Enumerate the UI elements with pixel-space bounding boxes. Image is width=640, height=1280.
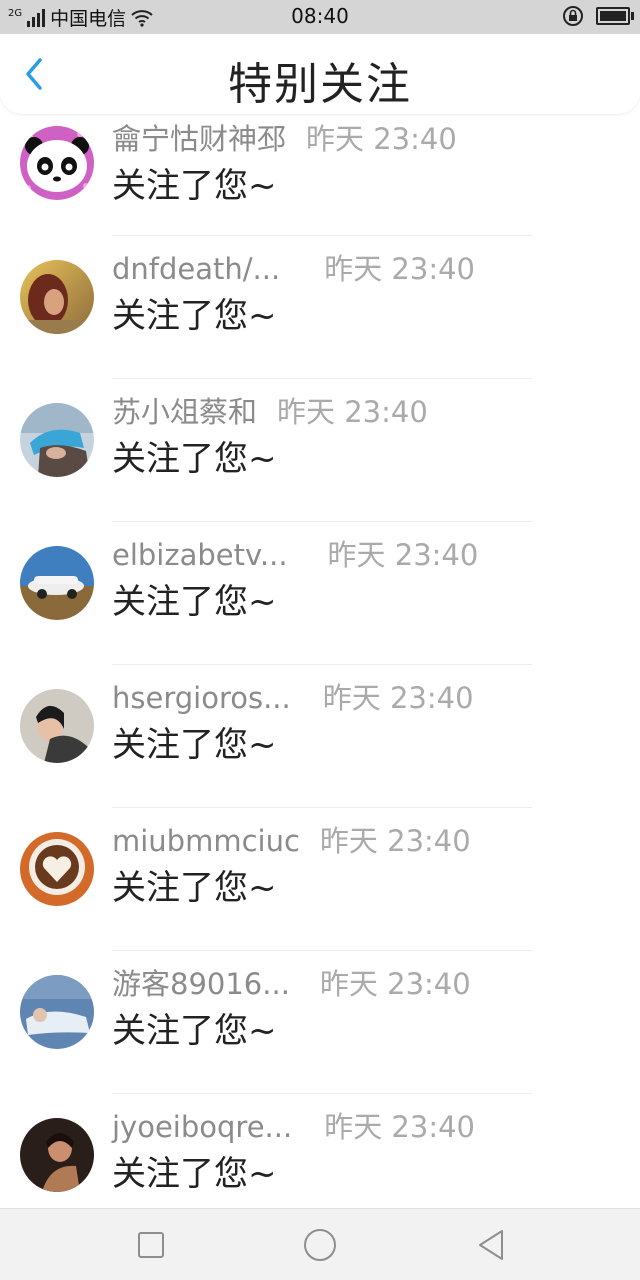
avatar[interactable] bbox=[20, 689, 94, 763]
timestamp: 昨天 23:40 bbox=[324, 1110, 475, 1144]
message-text: 关注了您~ bbox=[112, 868, 277, 908]
avatar[interactable] bbox=[20, 1118, 94, 1192]
name-time-row: hsergioros... 昨天 23:40 bbox=[112, 675, 474, 717]
name-time-row: miubmmciuc 昨天 23:40 bbox=[112, 818, 471, 860]
recent-apps-icon[interactable] bbox=[133, 1227, 169, 1263]
list-item[interactable]: 龠宁怙财神邳 昨天 23:40 关注了您~ bbox=[0, 114, 640, 236]
username[interactable]: jyoeiboqre... bbox=[112, 1110, 292, 1144]
list-item[interactable]: 游客89016... 昨天 23:40 关注了您~ bbox=[0, 951, 640, 1094]
message-text: 关注了您~ bbox=[112, 439, 277, 479]
username[interactable]: 苏小俎蔡和 bbox=[112, 389, 257, 431]
name-time-row: 苏小俎蔡和 昨天 23:40 bbox=[112, 389, 428, 431]
message-text: 关注了您~ bbox=[112, 1011, 277, 1051]
message-text: 关注了您~ bbox=[112, 296, 277, 336]
username[interactable]: miubmmciuc bbox=[112, 824, 300, 858]
name-time-row: jyoeiboqre... 昨天 23:40 bbox=[112, 1104, 475, 1146]
photo-avatar-icon bbox=[20, 260, 94, 334]
battery-icon bbox=[596, 7, 634, 25]
screen: 2G 中国电信 08:40 特别关注 龠宁怙财神邳 昨天 23:40 关注了您~… bbox=[0, 0, 640, 1280]
list-item[interactable]: hsergioros... 昨天 23:40 关注了您~ bbox=[0, 665, 640, 808]
message-text: 关注了您~ bbox=[112, 1154, 277, 1194]
system-nav-bar bbox=[0, 1208, 640, 1280]
avatar[interactable] bbox=[20, 260, 94, 334]
avatar[interactable] bbox=[20, 126, 94, 200]
list-item[interactable]: jyoeiboqre... 昨天 23:40 关注了您~ bbox=[0, 1094, 640, 1208]
latte-art-icon bbox=[20, 832, 94, 906]
avatar[interactable] bbox=[20, 403, 94, 477]
status-time: 08:40 bbox=[291, 4, 349, 28]
list-item[interactable]: 苏小俎蔡和 昨天 23:40 关注了您~ bbox=[0, 379, 640, 522]
status-bar: 2G 中国电信 08:40 bbox=[0, 0, 640, 34]
timestamp: 昨天 23:40 bbox=[327, 538, 479, 572]
photo-avatar-icon bbox=[20, 689, 94, 763]
name-time-row: 游客89016... 昨天 23:40 bbox=[112, 961, 471, 1003]
timestamp: 昨天 23:40 bbox=[319, 824, 471, 858]
timestamp: 昨天 23:40 bbox=[319, 967, 471, 1001]
app-header: 特别关注 bbox=[0, 34, 640, 114]
name-time-row: elbizabetv... 昨天 23:40 bbox=[112, 532, 478, 574]
message-text: 关注了您~ bbox=[112, 582, 277, 622]
message-text: 关注了您~ bbox=[112, 725, 277, 765]
photo-avatar-icon bbox=[20, 546, 94, 620]
name-time-row: 龠宁怙财神邳 昨天 23:40 bbox=[112, 116, 457, 158]
list-item[interactable]: elbizabetv... 昨天 23:40 关注了您~ bbox=[0, 522, 640, 665]
username[interactable]: 游客89016... bbox=[112, 961, 290, 1003]
timestamp: 昨天 23:40 bbox=[324, 252, 475, 286]
name-time-row: dnfdeath/... 昨天 23:40 bbox=[112, 246, 475, 288]
timestamp: 昨天 23:40 bbox=[306, 122, 457, 156]
message-text: 关注了您~ bbox=[112, 166, 277, 206]
username[interactable]: hsergioros... bbox=[112, 681, 291, 715]
username[interactable]: 龠宁怙财神邳 bbox=[112, 116, 286, 158]
panda-avatar-icon bbox=[20, 126, 94, 200]
avatar[interactable] bbox=[20, 832, 94, 906]
home-icon[interactable] bbox=[302, 1227, 338, 1263]
photo-avatar-icon bbox=[20, 975, 94, 1049]
username[interactable]: dnfdeath/... bbox=[112, 252, 280, 286]
list-item[interactable]: dnfdeath/... 昨天 23:40 关注了您~ bbox=[0, 236, 640, 379]
timestamp: 昨天 23:40 bbox=[322, 681, 474, 715]
follow-notification-list[interactable]: 龠宁怙财神邳 昨天 23:40 关注了您~ dnfdeath/... 昨天 23… bbox=[0, 114, 640, 1208]
avatar[interactable] bbox=[20, 546, 94, 620]
status-right bbox=[562, 5, 634, 27]
rotation-lock-icon bbox=[563, 6, 583, 26]
photo-avatar-icon bbox=[20, 1118, 94, 1192]
list-item[interactable]: miubmmciuc 昨天 23:40 关注了您~ bbox=[0, 808, 640, 951]
timestamp: 昨天 23:40 bbox=[277, 395, 428, 429]
avatar[interactable] bbox=[20, 975, 94, 1049]
back-triangle-icon[interactable] bbox=[474, 1227, 510, 1263]
photo-avatar-icon bbox=[20, 403, 94, 477]
page-title: 特别关注 bbox=[228, 59, 412, 110]
username[interactable]: elbizabetv... bbox=[112, 538, 288, 572]
